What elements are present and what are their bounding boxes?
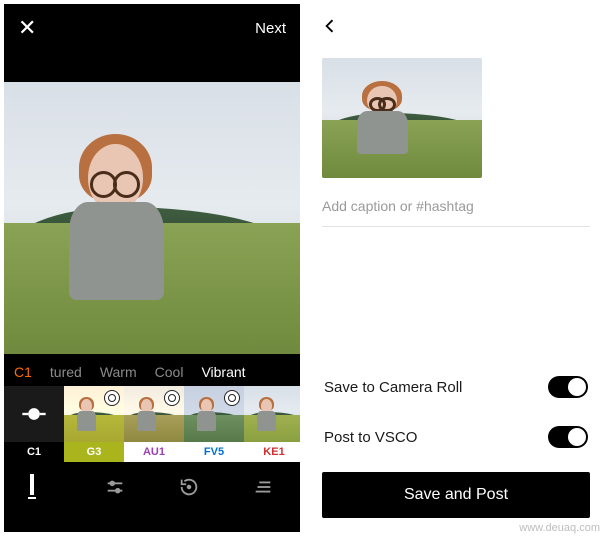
history-icon[interactable] bbox=[178, 476, 200, 498]
filter-tile-c1[interactable]: C1 bbox=[4, 386, 64, 462]
filter-strip[interactable]: C1 G3 AU1 FV5 KE1 bbox=[4, 386, 300, 462]
filter-label: FV5 bbox=[184, 442, 244, 462]
editor-screen: ✕ Next C1 tured Warm Cool Vibrant bbox=[4, 4, 300, 532]
organize-icon[interactable] bbox=[252, 476, 274, 498]
filter-tile-au1[interactable]: AU1 bbox=[124, 386, 184, 462]
toggle-row-camera-roll: Save to Camera Roll bbox=[308, 362, 604, 412]
slider-node-icon bbox=[20, 400, 48, 428]
filter-tile-g3[interactable]: G3 bbox=[64, 386, 124, 462]
toggle-row-post-vsco: Post to VSCO bbox=[308, 412, 604, 462]
film-wheel-icon bbox=[224, 390, 240, 406]
editor-topbar: ✕ Next bbox=[4, 4, 300, 52]
tab-featured[interactable]: tured bbox=[50, 364, 82, 380]
film-wheel-icon bbox=[104, 390, 120, 406]
tab-c1[interactable]: C1 bbox=[14, 364, 32, 380]
editor-bottom-toolbar bbox=[4, 462, 300, 512]
adjust-icon[interactable] bbox=[104, 476, 126, 498]
watermark: www.deuaq.com bbox=[519, 522, 600, 534]
filter-label: C1 bbox=[4, 442, 64, 462]
toggle-post-vsco[interactable] bbox=[548, 426, 588, 448]
toggle-camera-roll[interactable] bbox=[548, 376, 588, 398]
main-photo[interactable] bbox=[4, 82, 300, 354]
filter-label: AU1 bbox=[124, 442, 184, 462]
toggle-label: Post to VSCO bbox=[324, 429, 417, 446]
tab-cool[interactable]: Cool bbox=[155, 364, 184, 380]
tab-warm[interactable]: Warm bbox=[100, 364, 137, 380]
tab-vibrant[interactable]: Vibrant bbox=[201, 364, 245, 380]
photo-preview[interactable] bbox=[322, 58, 482, 178]
save-and-post-button[interactable]: Save and Post bbox=[322, 472, 590, 518]
presets-icon[interactable] bbox=[30, 476, 52, 498]
filter-label: KE1 bbox=[244, 442, 300, 462]
filter-label: G3 bbox=[64, 442, 124, 462]
caption-input[interactable] bbox=[322, 190, 590, 227]
film-wheel-icon bbox=[164, 390, 180, 406]
filter-tile-fv5[interactable]: FV5 bbox=[184, 386, 244, 462]
save-topbar bbox=[308, 4, 604, 52]
filter-tile-ke1[interactable]: KE1 bbox=[244, 386, 300, 462]
save-post-screen: Save to Camera Roll Post to VSCO Save an… bbox=[308, 4, 604, 532]
filter-category-tabs: C1 tured Warm Cool Vibrant bbox=[4, 354, 300, 386]
next-button[interactable]: Next bbox=[255, 20, 286, 37]
back-button[interactable] bbox=[320, 16, 340, 41]
toggle-label: Save to Camera Roll bbox=[324, 379, 462, 396]
close-button[interactable]: ✕ bbox=[18, 15, 36, 41]
chevron-left-icon bbox=[320, 16, 340, 36]
